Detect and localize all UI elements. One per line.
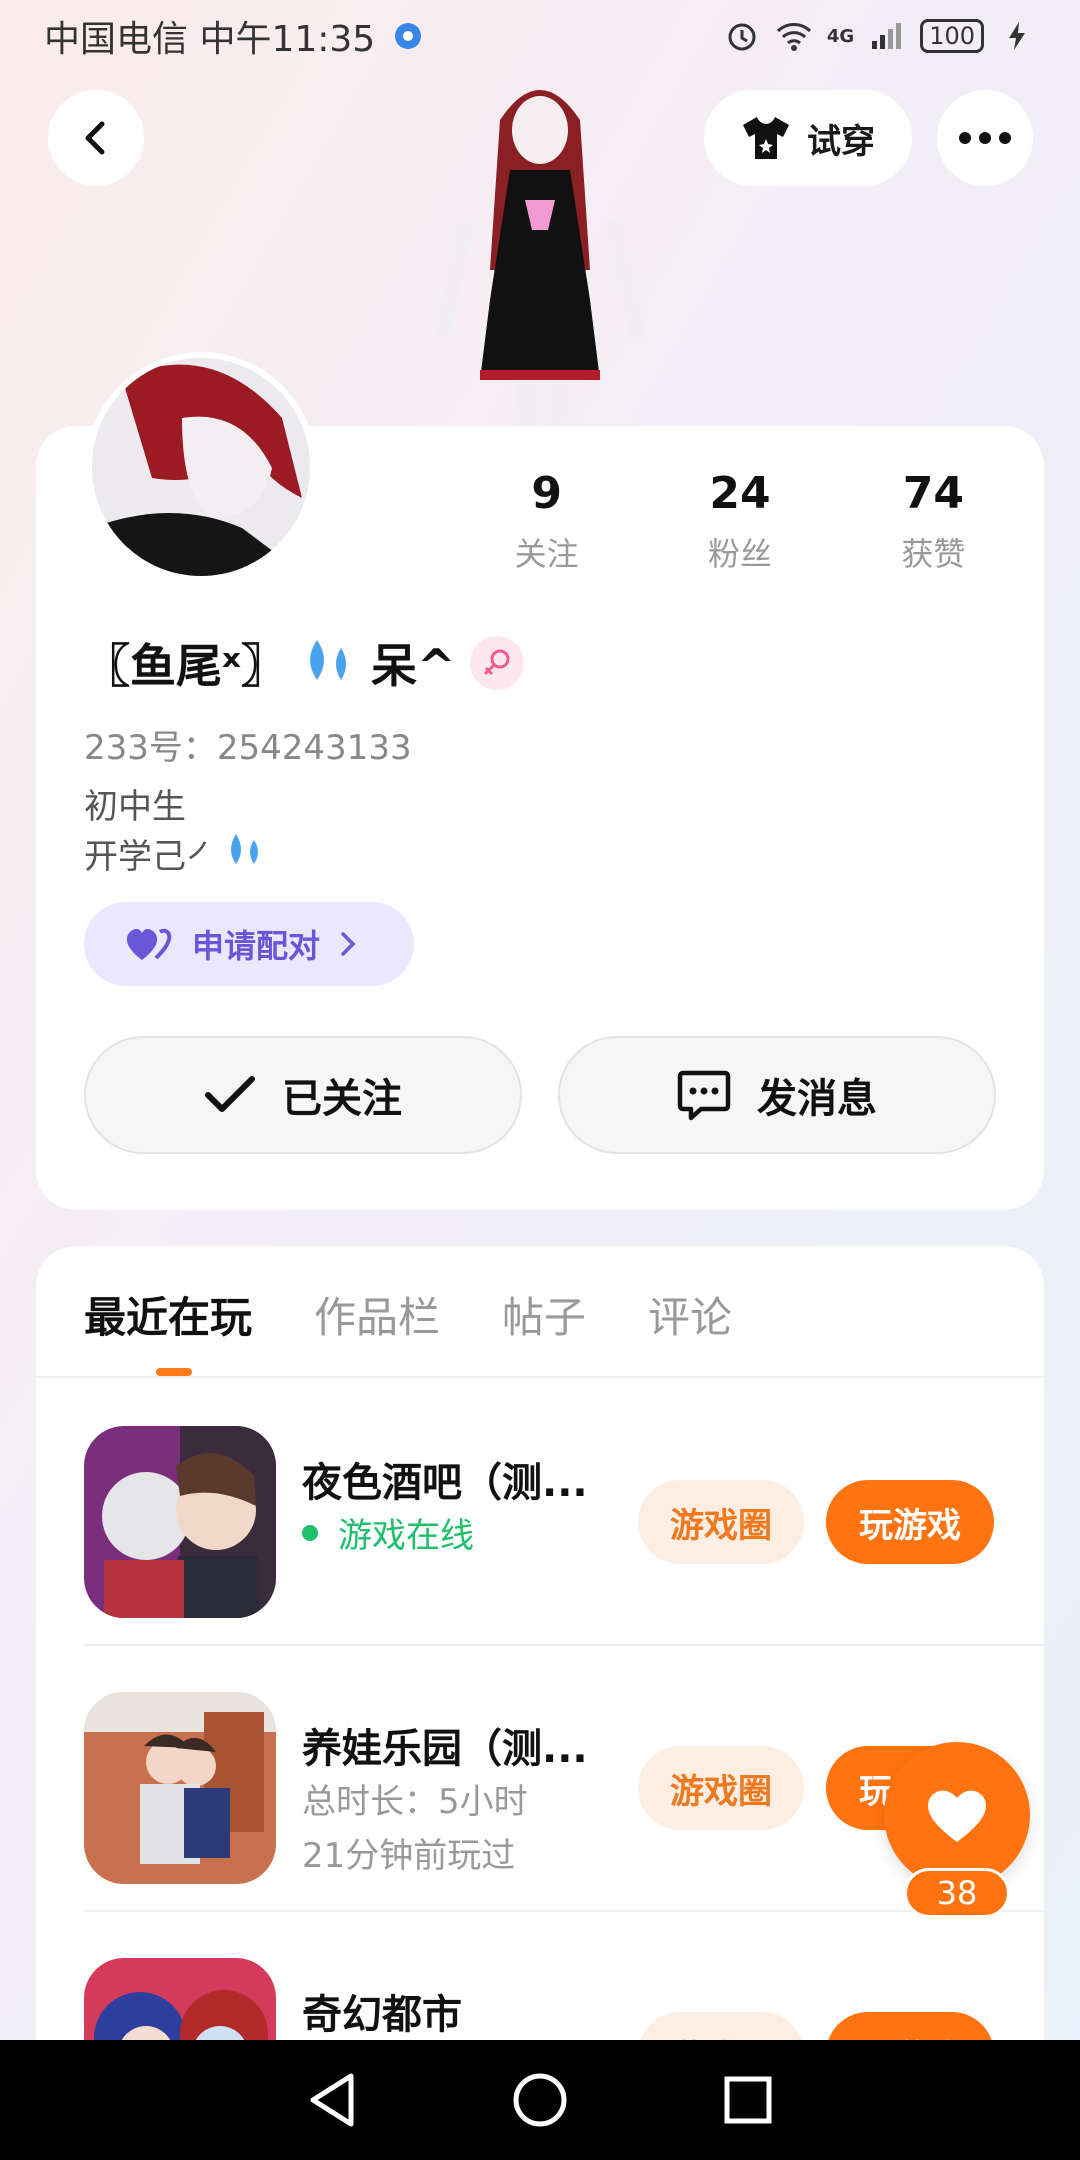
stat-fans-count: 24 [709, 468, 771, 519]
send-message-label: 发消息 [757, 1076, 877, 1122]
tryon-button[interactable]: 试穿 [704, 90, 912, 186]
user-id: 233号：254243133 [84, 728, 412, 768]
back-icon [85, 121, 105, 155]
game-circle-button[interactable]: 游戏圈 [638, 1746, 804, 1830]
game-name: 夜色酒吧（测... [302, 1460, 588, 1506]
chevron-right-icon [341, 932, 356, 956]
system-nav-bar [0, 2040, 1080, 2160]
alarm-icon [723, 17, 761, 55]
nav-recents-icon[interactable] [723, 2075, 773, 2125]
game-circle-button[interactable]: 游戏圈 [638, 1480, 804, 1564]
avatar[interactable] [86, 352, 316, 582]
bio: 初中生 开学己㇒ [84, 782, 264, 882]
more-button[interactable] [937, 90, 1033, 186]
stat-fans-label: 粉丝 [707, 535, 772, 573]
play-duration: 总时长：5小时 [302, 1782, 528, 1822]
stat-following[interactable]: 9 关注 [450, 468, 643, 575]
nickname-row: 〖鱼尾ˣ〗 呆^ [84, 630, 524, 696]
profile-tabs: 最近在玩 作品栏 帖子 评论 [84, 1284, 732, 1345]
send-message-button[interactable]: 发消息 [558, 1036, 996, 1154]
profile-stats: 9 关注 24 粉丝 74 获赞 [450, 468, 1030, 575]
play-game-button[interactable]: 玩游戏 [826, 1480, 994, 1564]
activity-card: 最近在玩 作品栏 帖子 评论 夜色酒吧（测... 游戏在线 游戏圈 玩游戏 养娃… [36, 1246, 1044, 2160]
check-icon [205, 1076, 255, 1112]
last-played: 21分钟前玩过 [302, 1836, 516, 1876]
game-row[interactable]: 夜色酒吧（测... 游戏在线 游戏圈 玩游戏 [84, 1380, 1044, 1646]
nickname-part1: 〖鱼尾ˣ〗 [84, 639, 287, 693]
nav-back-icon[interactable] [307, 2072, 357, 2128]
nickname-part2: 呆^ [370, 639, 456, 693]
tab-indicator [156, 1368, 192, 1376]
tab-comments[interactable]: 评论 [648, 1284, 732, 1345]
charging-icon [998, 17, 1036, 55]
bio-line1: 初中生 [84, 787, 186, 827]
stat-following-label: 关注 [514, 535, 579, 573]
stat-fans[interactable]: 24 粉丝 [643, 468, 836, 575]
stat-likes-count: 74 [902, 468, 964, 519]
status-left: 中国电信 中午11:35 [44, 10, 427, 62]
status-bar: 中国电信 中午11:35 4G 100 [0, 0, 1080, 72]
network-type: 4G [826, 25, 855, 47]
back-button[interactable] [48, 90, 144, 186]
followed-label: 已关注 [282, 1076, 402, 1122]
sweat-drops-icon [301, 636, 357, 690]
game-name: 奇幻都市 [302, 1992, 462, 2038]
followed-button[interactable]: 已关注 [84, 1036, 522, 1154]
tshirt-icon [743, 117, 789, 159]
heart-icon [928, 1790, 986, 1842]
tab-divider [36, 1376, 1044, 1378]
stat-likes[interactable]: 74 获赞 [837, 468, 1030, 575]
nav-home-icon[interactable] [512, 2072, 568, 2128]
tab-posts[interactable]: 帖子 [502, 1284, 586, 1345]
pair-request-button[interactable]: 申请配对 [84, 902, 414, 986]
heart-pair-icon [126, 928, 172, 960]
chat-bubble-icon [677, 1070, 731, 1121]
signal-icon [868, 17, 906, 55]
character-avatar [430, 70, 650, 430]
tab-works[interactable]: 作品栏 [314, 1284, 440, 1345]
status-right: 4G 100 [723, 17, 1036, 55]
game-thumbnail[interactable] [84, 1426, 276, 1618]
online-status: 游戏在线 [302, 1508, 474, 1557]
online-dot-icon [302, 1524, 318, 1541]
like-button[interactable] [884, 1742, 1030, 1888]
female-icon [469, 636, 524, 690]
carrier-time: 中国电信 中午11:35 [44, 19, 376, 60]
sweat-drops-small-icon [224, 832, 264, 882]
bio-line2: 开学己㇒ [84, 837, 220, 877]
bio-line2-row: 开学己㇒ [84, 832, 264, 882]
tab-recent-play[interactable]: 最近在玩 [84, 1284, 252, 1345]
more-icon [959, 132, 1011, 144]
stat-following-count: 9 [531, 468, 562, 519]
tryon-label: 试穿 [807, 121, 875, 162]
game-name: 养娃乐园（测... [302, 1726, 588, 1772]
online-status-label: 游戏在线 [338, 1516, 474, 1556]
game-thumbnail[interactable] [84, 1692, 276, 1884]
pair-request-label: 申请配对 [192, 927, 321, 965]
hd-call-icon [389, 17, 427, 55]
wifi-icon [775, 17, 813, 55]
battery-level: 100 [920, 19, 984, 53]
like-count: 38 [904, 1868, 1010, 1918]
stat-likes-label: 获赞 [901, 535, 966, 573]
